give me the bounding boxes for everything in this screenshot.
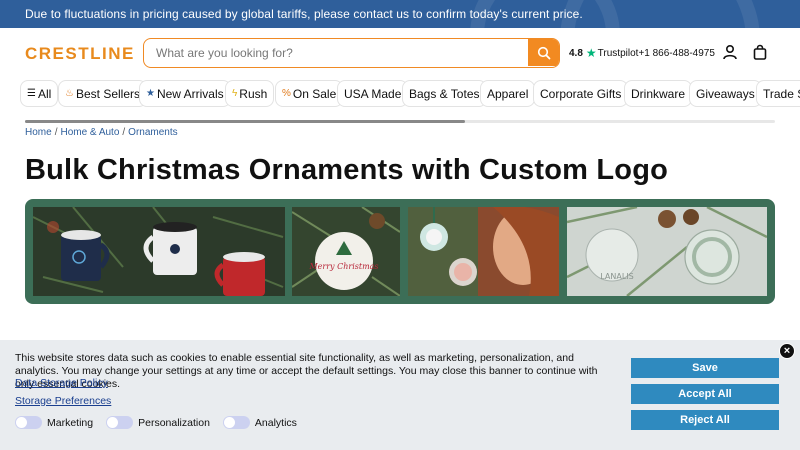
nav-usa-made[interactable]: USA Made xyxy=(337,80,409,107)
search-button[interactable] xyxy=(528,39,559,66)
breadcrumb-home-auto[interactable]: Home & Auto xyxy=(60,127,119,138)
nav-scrollbar[interactable] xyxy=(25,120,465,123)
star-icon: ★ xyxy=(146,88,155,99)
breadcrumb-separator: / xyxy=(122,127,126,138)
nav-apparel[interactable]: Apparel xyxy=(480,80,536,107)
nav-giveaways[interactable]: Giveaways xyxy=(689,80,762,107)
flame-icon: ♨ xyxy=(65,88,74,99)
trustpilot-label: Trustpilot xyxy=(597,47,639,59)
reject-all-button[interactable]: Reject All xyxy=(631,410,779,430)
search-icon xyxy=(537,46,550,59)
nav-bags-totes[interactable]: Bags & Totes xyxy=(402,80,487,107)
ornament-text: Merry Christmas xyxy=(308,262,378,271)
hero-image-mugs xyxy=(33,207,285,296)
category-nav: ☰ All ♨ Best Sellers ★ New Arrivals ϟ Rush %… xyxy=(0,80,800,108)
nav-label: Corporate Gifts xyxy=(540,86,622,101)
nav-label: Apparel xyxy=(487,86,529,101)
accept-all-button[interactable]: Accept All xyxy=(631,384,779,404)
trustpilot-star-icon: ★ xyxy=(585,46,597,60)
announcement-bar: Due to fluctuations in pricing caused by… xyxy=(0,0,800,28)
nav-label: Best Sellers xyxy=(75,86,140,101)
nav-label: Trade Sh xyxy=(763,86,800,101)
nav-label: Giveaways xyxy=(696,86,755,101)
account-icon[interactable] xyxy=(722,44,738,60)
nav-label: Rush xyxy=(239,86,268,101)
nav-label: Bags & Totes xyxy=(409,86,480,101)
hero-image-ornament-gift xyxy=(408,207,559,296)
trustpilot-rating[interactable]: 4.8 ★ Trustpilot +1 866-488-4975 xyxy=(569,46,715,60)
nav-on-sale[interactable]: % On Sale xyxy=(275,80,344,107)
breadcrumb: Home / Home & Auto / Ornaments xyxy=(25,127,178,138)
breadcrumb-home[interactable]: Home xyxy=(25,127,52,138)
close-icon[interactable]: × xyxy=(779,343,795,359)
cart-icon[interactable] xyxy=(752,44,768,60)
toggle-label: Analytics xyxy=(254,416,297,429)
nav-trade-shows[interactable]: Trade Sh xyxy=(756,80,800,107)
personalization-toggle[interactable] xyxy=(106,416,134,429)
site-header: CRESTLINE 4.8 ★ Trustpilot +1 866-488-49… xyxy=(0,28,800,76)
phone-number[interactable]: +1 866-488-4975 xyxy=(638,48,714,59)
nav-all[interactable]: ☰ All xyxy=(20,80,59,107)
marketing-toggle[interactable] xyxy=(15,416,42,429)
rating-value: 4.8 xyxy=(569,47,583,59)
nav-label: New Arrivals xyxy=(156,86,224,101)
nav-corporate-gifts[interactable]: Corporate Gifts xyxy=(533,80,629,107)
nav-label: USA Made xyxy=(344,86,402,101)
lightning-icon: ϟ xyxy=(232,88,238,99)
nav-label: All xyxy=(37,86,52,101)
percent-icon: % xyxy=(282,88,291,99)
hero-image-ceramic-ornament: Merry Christmas xyxy=(292,207,400,296)
toggle-label: Personalization xyxy=(138,416,210,429)
nav-new-arrivals[interactable]: ★ New Arrivals xyxy=(139,80,231,107)
cookie-toggles: Marketing Personalization Analytics xyxy=(15,416,310,429)
data-storage-policy-link[interactable]: Data Storage Policy xyxy=(15,377,108,389)
nav-label: Drinkware xyxy=(631,86,686,101)
cookie-banner: This website stores data such as cookies… xyxy=(0,340,800,450)
analytics-toggle[interactable] xyxy=(222,416,250,429)
breadcrumb-ornaments[interactable]: Ornaments xyxy=(128,127,177,138)
save-button[interactable]: Save xyxy=(631,358,779,378)
hero-banner: Merry Christmas LANALIS xyxy=(25,199,775,304)
breadcrumb-separator: / xyxy=(54,127,58,138)
decorative-arc xyxy=(560,0,760,28)
search-input[interactable] xyxy=(144,39,530,66)
toggle-label: Marketing xyxy=(47,416,94,429)
nav-drinkware[interactable]: Drinkware xyxy=(624,80,693,107)
search-bar xyxy=(143,38,560,68)
hero-image-glass-ornaments: LANALIS xyxy=(567,207,767,296)
menu-icon: ☰ xyxy=(27,88,36,99)
ornament-text: LANALIS xyxy=(600,272,633,281)
nav-label: On Sale xyxy=(292,86,337,101)
nav-rush[interactable]: ϟ Rush xyxy=(225,80,275,107)
site-logo[interactable]: CRESTLINE xyxy=(25,44,135,64)
page-title: Bulk Christmas Ornaments with Custom Log… xyxy=(25,154,669,186)
announcement-text: Due to fluctuations in pricing caused by… xyxy=(25,7,583,21)
storage-preferences-link[interactable]: Storage Preferences xyxy=(15,395,111,407)
nav-best-sellers[interactable]: ♨ Best Sellers xyxy=(58,80,147,107)
